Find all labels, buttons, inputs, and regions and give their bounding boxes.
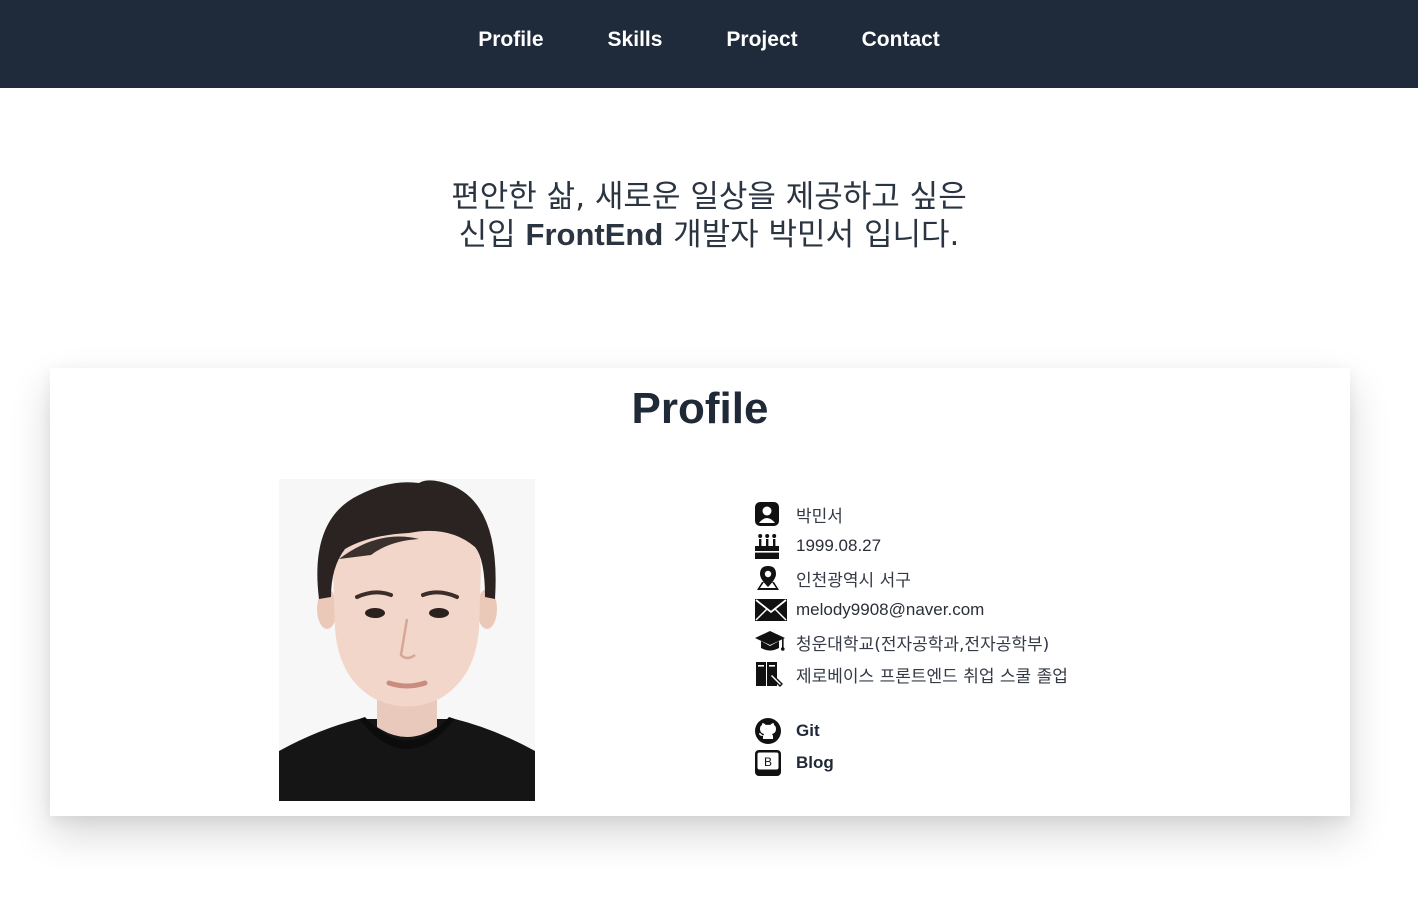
nav-item-project[interactable]: Project	[726, 28, 797, 52]
info-birthday-row: 1999.08.27	[754, 530, 1274, 562]
info-location: 인천광역시 서구	[796, 570, 911, 591]
info-name-row: 박민서	[754, 498, 1274, 530]
info-birthday: 1999.08.27	[796, 536, 882, 555]
book-icon	[754, 658, 788, 690]
info-education-row: 청운대학교(전자공학과,전자공학부)	[754, 626, 1274, 658]
info-email-row: melody9908@naver.com	[754, 594, 1274, 626]
profile-title: Profile	[631, 384, 769, 433]
nav-links: Profile Skills Project Contact	[478, 28, 940, 52]
blog-link-label[interactable]: Blog	[796, 753, 834, 773]
info-email: melody9908@naver.com	[796, 600, 985, 619]
info-education: 청운대학교(전자공학과,전자공학부)	[796, 634, 1050, 655]
profile-photo	[279, 479, 535, 801]
cake-icon	[754, 530, 788, 562]
blog-icon-letter: B	[764, 755, 772, 769]
profile-info: 박민서 1999.08.27 인천광역시 서구 melody9908@naver…	[754, 498, 1274, 779]
profile-links: Git B Blog	[754, 715, 1274, 779]
map-pin-icon	[754, 562, 788, 594]
git-link-label[interactable]: Git	[796, 721, 820, 741]
info-location-row: 인천광역시 서구	[754, 562, 1274, 594]
graduation-cap-icon	[754, 626, 788, 658]
mail-icon	[754, 594, 788, 626]
user-icon	[754, 498, 788, 530]
intro-line-1: 편안한 삶, 새로운 일상을 제공하고 싶은	[451, 179, 967, 215]
profile-card: Profile 박민서 1999.08.27 인천광역시 서구 melody99…	[50, 368, 1350, 816]
nav-item-profile[interactable]: Profile	[478, 28, 543, 52]
intro-suffix: 개발자 박민서 입니다.	[663, 217, 960, 253]
top-nav: Profile Skills Project Contact	[0, 0, 1418, 88]
profile-photo-image	[279, 479, 535, 801]
blog-link[interactable]: B Blog	[754, 747, 1274, 779]
info-course-row: 제로베이스 프론트엔드 취업 스쿨 졸업	[754, 658, 1274, 690]
blog-icon[interactable]: B	[754, 747, 788, 779]
git-link[interactable]: Git	[754, 715, 1274, 747]
intro-highlight: FrontEnd	[525, 217, 664, 252]
intro-line-2: 신입 FrontEnd 개발자 박민서 입니다.	[0, 216, 1418, 254]
nav-item-skills[interactable]: Skills	[608, 28, 663, 52]
intro-prefix: 신입	[458, 217, 526, 253]
intro-text: 편안한 삶, 새로운 일상을 제공하고 싶은 신입 FrontEnd 개발자 박…	[0, 178, 1418, 254]
nav-item-contact[interactable]: Contact	[862, 28, 940, 52]
github-icon[interactable]	[754, 715, 788, 747]
info-course: 제로베이스 프론트엔드 취업 스쿨 졸업	[796, 666, 1068, 687]
info-name: 박민서	[796, 506, 843, 527]
